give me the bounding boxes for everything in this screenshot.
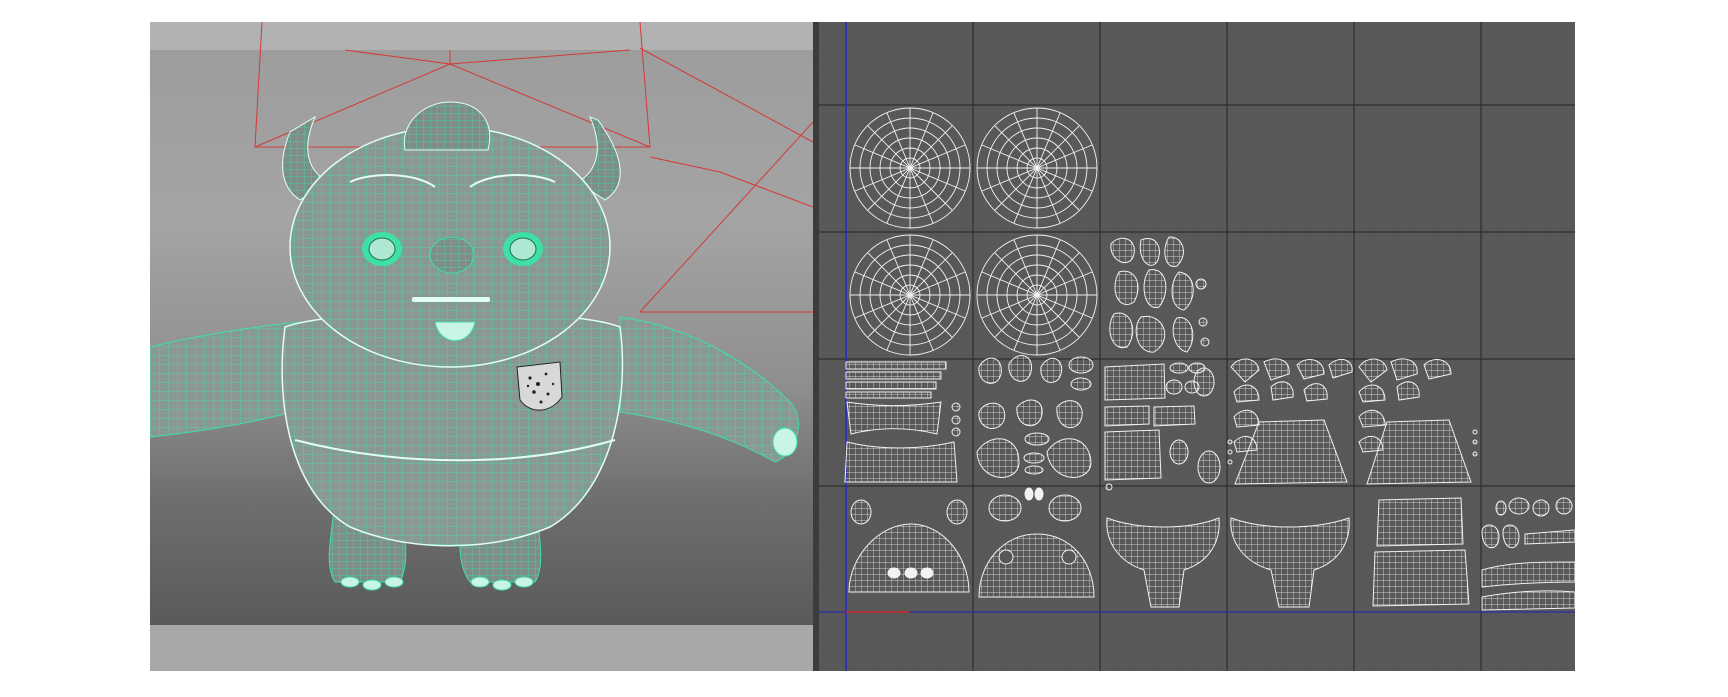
uv-shell-legs[interactable] [1372,497,1470,607]
perspective-viewport[interactable] [150,22,813,671]
eye-right [503,232,543,266]
app-frame [150,22,1575,671]
uv-grid-canvas[interactable] [819,22,1575,671]
eye-left [362,232,402,266]
character-model-icon[interactable] [150,101,799,591]
uv-texture-editor[interactable] [819,22,1575,671]
viewport-canvas[interactable] [150,22,813,671]
